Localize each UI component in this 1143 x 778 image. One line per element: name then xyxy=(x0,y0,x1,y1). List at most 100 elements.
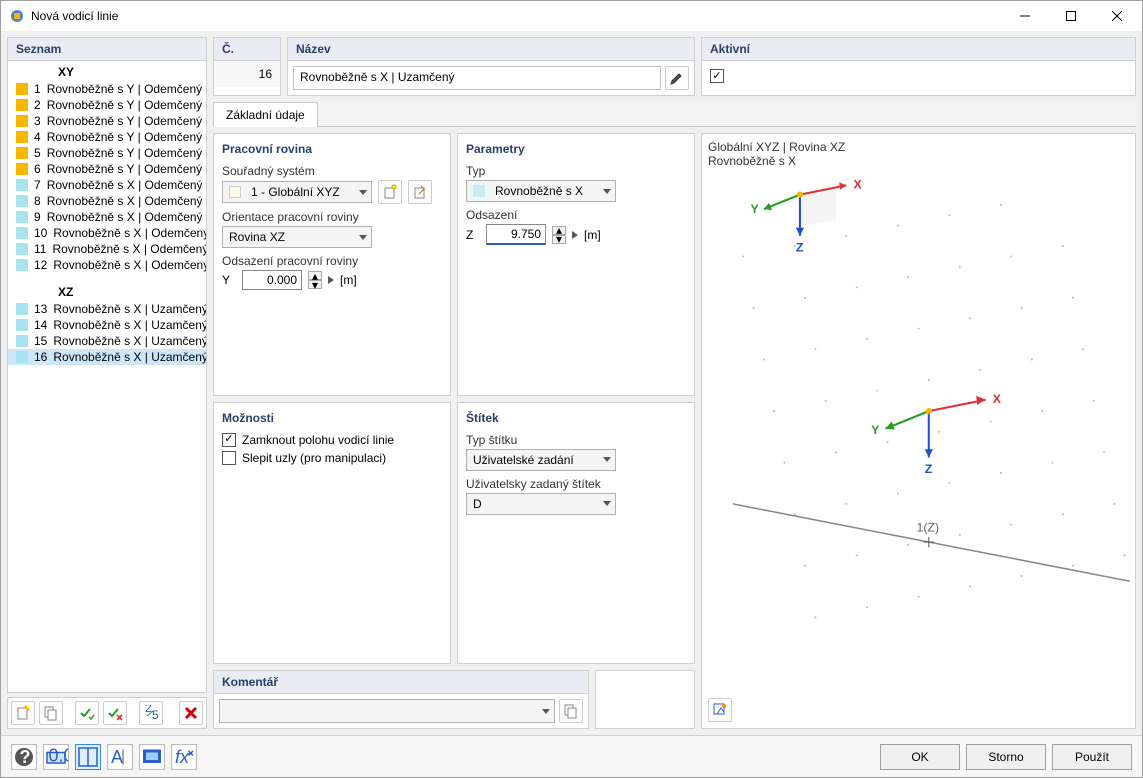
tree-item[interactable]: 11Rovnoběžně s X | Odemčený xyxy=(8,241,206,257)
item-label: Rovnoběžně s X | Uzamčený xyxy=(53,318,206,332)
color-swatch xyxy=(16,211,28,223)
tree-item[interactable]: 15Rovnoběžně s X | Uzamčený xyxy=(8,333,206,349)
tag-user-select[interactable]: D xyxy=(466,493,616,515)
item-index: 15 xyxy=(34,334,47,348)
item-index: 4 xyxy=(34,130,41,144)
item-label: Rovnoběžně s X | Odemčený xyxy=(53,258,206,272)
view-toggle-button[interactable] xyxy=(75,744,101,770)
param-offset-spinner[interactable]: ▴▾ xyxy=(552,226,566,244)
tree-item[interactable]: 5Rovnoběžně s Y | Odemčený xyxy=(8,145,206,161)
new-item-button[interactable] xyxy=(11,701,35,725)
edit-name-button[interactable] xyxy=(665,66,689,90)
text-display-button[interactable]: A xyxy=(107,744,133,770)
number-value[interactable]: 16 xyxy=(214,61,280,87)
item-label: Rovnoběžně s X | Odemčený xyxy=(47,194,203,208)
tree-item[interactable]: 12Rovnoběžně s X | Odemčený xyxy=(8,257,206,273)
svg-text:fx: fx xyxy=(175,747,190,767)
wp-offset-axis: Y xyxy=(222,273,236,287)
maximize-button[interactable] xyxy=(1048,1,1094,31)
item-label: Rovnoběžně s Y | Odemčený xyxy=(47,130,202,144)
check-out-button[interactable] xyxy=(103,701,127,725)
color-swatch xyxy=(16,99,28,111)
app-icon xyxy=(9,8,25,24)
guideline-tree[interactable]: XY 1Rovnoběžně s Y | Odemčený2Rovnoběžně… xyxy=(8,61,206,692)
tag-type-select[interactable]: Uživatelské zadání xyxy=(466,449,616,471)
tree-item[interactable]: 13Rovnoběžně s X | Uzamčený xyxy=(8,301,206,317)
wp-offset-label: Odsazení pracovní roviny xyxy=(222,254,442,268)
name-header: Název xyxy=(288,38,694,61)
item-label: Rovnoběžně s Y | Odemčený xyxy=(47,82,202,96)
name-input[interactable]: Rovnoběžně s X | Uzamčený xyxy=(293,66,661,90)
type-select[interactable]: Rovnoběžně s X xyxy=(466,180,616,202)
tree-group-xy[interactable]: XY xyxy=(8,63,206,81)
svg-text:1(Z): 1(Z) xyxy=(916,521,939,535)
lock-checkbox[interactable] xyxy=(222,433,236,447)
orient-select[interactable]: Rovina XZ xyxy=(222,226,372,248)
help-button[interactable]: ? xyxy=(11,744,37,770)
active-checkbox[interactable] xyxy=(710,69,724,83)
tree-item[interactable]: 9Rovnoběžně s X | Odemčený xyxy=(8,209,206,225)
glue-label: Slepit uzly (pro manipulaci) xyxy=(242,451,386,465)
tree-item[interactable]: 8Rovnoběžně s X | Odemčený xyxy=(8,193,206,209)
number-header: Č. xyxy=(214,38,280,61)
cancel-button[interactable]: Storno xyxy=(966,744,1046,770)
item-label: Rovnoběžně s Y | Odemčený xyxy=(47,146,202,160)
param-offset-input[interactable] xyxy=(486,224,546,245)
cs-new-button[interactable] xyxy=(378,180,402,204)
window-title: Nová vodicí linie xyxy=(31,9,1002,23)
tree-item[interactable]: 3Rovnoběžně s Y | Odemčený xyxy=(8,113,206,129)
tree-item[interactable]: 2Rovnoběžně s Y | Odemčený xyxy=(8,97,206,113)
glue-checkbox[interactable] xyxy=(222,451,236,465)
options-header: Možnosti xyxy=(222,411,442,425)
tree-group-xz[interactable]: XZ xyxy=(8,283,206,301)
play-icon[interactable] xyxy=(328,276,334,284)
tree-item[interactable]: 4 Rovnoběžně s Y | Odemčený xyxy=(8,129,206,145)
copy-item-button[interactable] xyxy=(39,701,63,725)
tree-item[interactable]: 1 Rovnoběžně s Y | Odemčený xyxy=(8,81,206,97)
item-index: 7 xyxy=(34,178,41,192)
units-button[interactable]: 0.00 xyxy=(43,744,69,770)
cs-label: Souřadný systém xyxy=(222,164,442,178)
color-swatch xyxy=(16,227,28,239)
check-in-button[interactable] xyxy=(75,701,99,725)
delete-button[interactable] xyxy=(179,701,203,725)
comment-library-button[interactable] xyxy=(559,699,583,723)
tab-basic-data[interactable]: Základní údaje xyxy=(213,102,318,127)
item-index: 1 xyxy=(34,82,41,96)
svg-text:?: ? xyxy=(20,747,31,767)
preview-title-1: Globální XYZ | Rovina XZ xyxy=(708,140,1129,154)
close-button[interactable] xyxy=(1094,1,1140,31)
preview-3d[interactable]: Globální XYZ | Rovina XZ Rovnoběžně s X xyxy=(701,133,1136,729)
item-label: Rovnoběžně s X | Uzamčený xyxy=(53,350,206,364)
chevron-down-icon xyxy=(542,709,550,714)
tag-header: Štítek xyxy=(466,411,686,425)
chevron-down-icon xyxy=(359,235,367,240)
ok-button[interactable]: OK xyxy=(880,744,960,770)
play-icon[interactable] xyxy=(572,231,578,239)
svg-text:A: A xyxy=(111,747,123,767)
tree-item[interactable]: 16Rovnoběžně s X | Uzamčený xyxy=(8,349,206,365)
tree-item[interactable]: 14Rovnoběžně s X | Uzamčený xyxy=(8,317,206,333)
renumber-button[interactable]: 25 xyxy=(139,701,163,725)
preview-settings-button[interactable] xyxy=(708,698,732,722)
cs-select[interactable]: 1 - Globální XYZ xyxy=(222,181,372,203)
wp-offset-spinner[interactable]: ▴▾ xyxy=(308,271,322,289)
color-swatch xyxy=(16,303,28,315)
wp-offset-input[interactable] xyxy=(242,270,302,290)
cs-edit-button[interactable] xyxy=(408,180,432,204)
item-label: Rovnoběžně s X | Uzamčený xyxy=(53,302,206,316)
function-button[interactable]: fx xyxy=(171,744,197,770)
orient-label: Orientace pracovní roviny xyxy=(222,210,442,224)
apply-button[interactable]: Použít xyxy=(1052,744,1132,770)
tree-item[interactable]: 6Rovnoběžně s Y | Odemčený xyxy=(8,161,206,177)
item-label: Rovnoběžně s X | Odemčený xyxy=(53,226,206,240)
tree-item[interactable]: 10Rovnoběžně s X | Odemčený xyxy=(8,225,206,241)
type-label: Typ xyxy=(466,164,686,178)
item-index: 2 xyxy=(34,98,41,112)
minimize-button[interactable] xyxy=(1002,1,1048,31)
list-header: Seznam xyxy=(8,38,206,61)
tree-item[interactable]: 7Rovnoběžně s X | Odemčený xyxy=(8,177,206,193)
item-label: Rovnoběžně s X | Odemčený xyxy=(47,210,203,224)
display-mode-button[interactable] xyxy=(139,744,165,770)
comment-select[interactable] xyxy=(219,699,555,723)
